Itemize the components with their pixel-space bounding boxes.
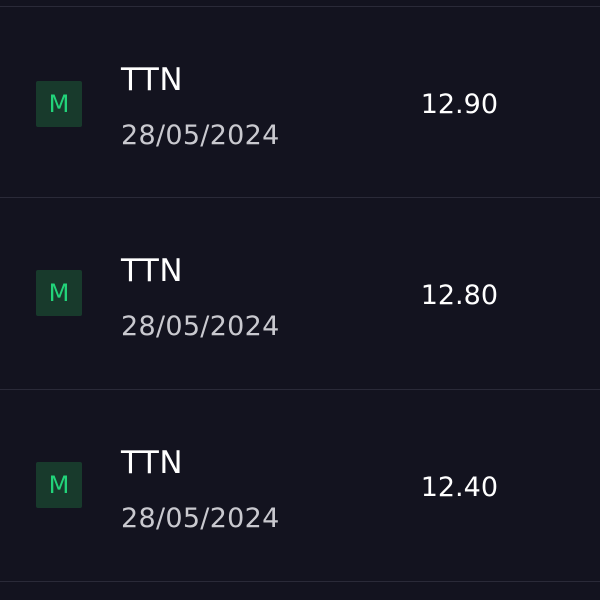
trade-date: 28/05/2024 (121, 311, 280, 342)
trade-list: M TTN 28/05/2024 12.90 M TTN 28/05/2024 … (0, 0, 600, 600)
trade-row[interactable]: M TTN 28/05/2024 12.90 (0, 6, 600, 198)
trade-row[interactable]: M TTN 28/05/2024 12.40 (0, 390, 600, 582)
trade-type-badge: M (36, 462, 82, 508)
trade-price: 12.80 (420, 280, 498, 311)
trade-date: 28/05/2024 (121, 503, 280, 534)
ticker-symbol: TTN (121, 253, 184, 289)
trade-price: 12.40 (420, 472, 498, 503)
trade-type-letter: M (48, 279, 70, 307)
trade-type-letter: M (48, 90, 70, 118)
trade-row[interactable]: M TTN 28/05/2024 12.80 (0, 198, 600, 390)
trade-price: 12.90 (420, 89, 498, 120)
trade-type-badge: M (36, 270, 82, 316)
trade-date: 28/05/2024 (121, 120, 280, 151)
trade-type-badge: M (36, 81, 82, 127)
ticker-symbol: TTN (121, 445, 184, 481)
trade-type-letter: M (48, 471, 70, 499)
ticker-symbol: TTN (121, 62, 184, 98)
